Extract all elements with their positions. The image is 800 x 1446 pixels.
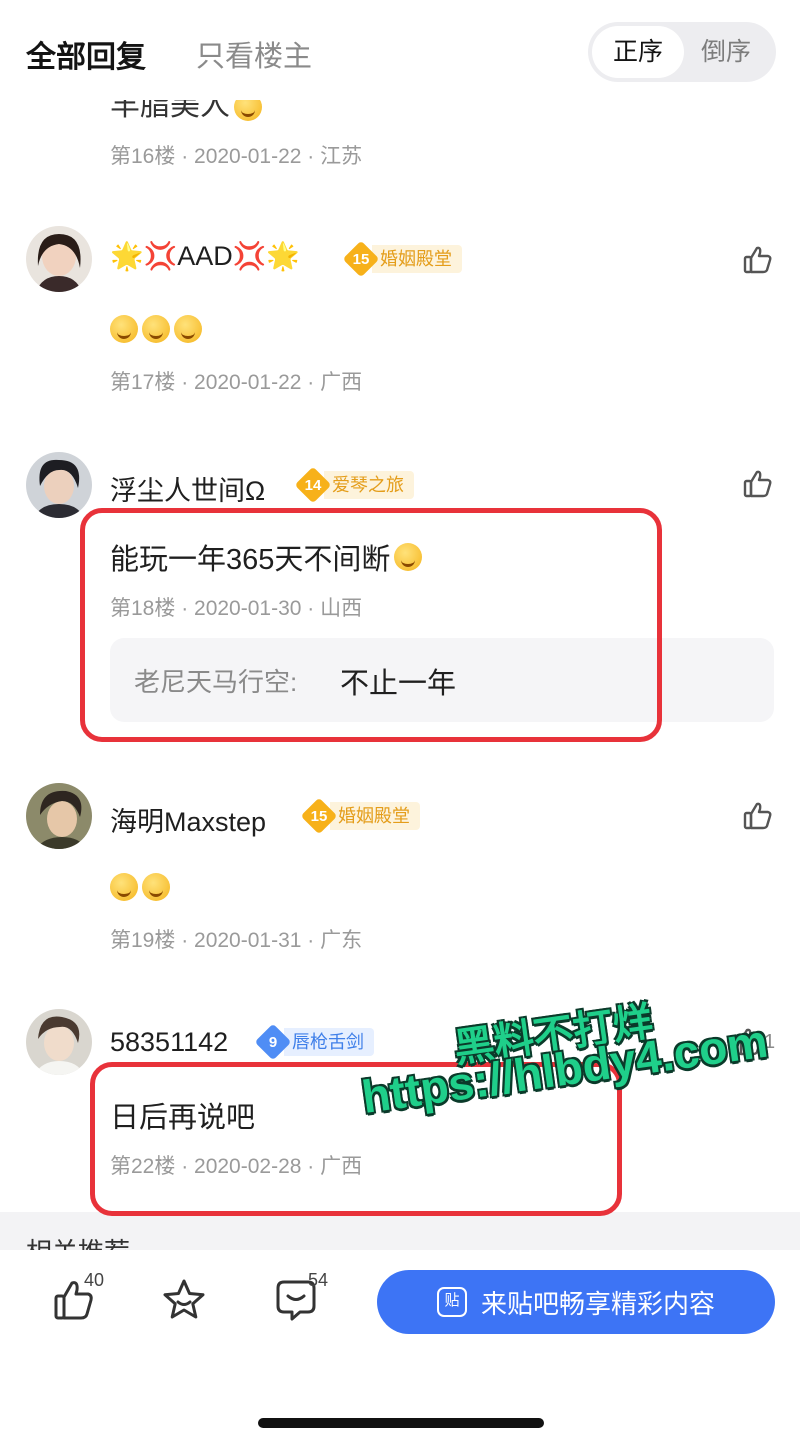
sub-reply-text: 不止一年 [340,668,457,700]
post-content: 能玩一年365天不间断 [110,536,423,578]
user-level-badge: 15 婚姻殿堂 [304,801,420,831]
level-diamond-icon: 15 [346,244,376,274]
post-meta: 第22楼 · 2020-02-28 · 广西 [110,1155,363,1178]
sort-order-toggle[interactable]: 正序 倒序 [588,22,776,82]
level-title: 婚姻殿堂 [372,245,462,273]
user-level-badge: 15 婚姻殿堂 [346,244,462,274]
yum-emoji-icon [394,543,423,571]
post-meta: 第17楼 · 2020-01-22 · 广西 [110,371,363,394]
username[interactable]: 海明Maxstep [110,800,266,839]
level-diamond-icon: 15 [304,801,334,831]
avatar[interactable] [26,783,92,849]
home-indicator[interactable] [258,1418,544,1428]
sub-reply[interactable]: 老尼天马行空: 不止一年 [110,638,774,722]
level-diamond-icon: 9 [258,1027,288,1057]
level-diamond-icon: 14 [298,470,328,500]
thumbs-up-icon[interactable] [740,466,776,502]
post-meta: 第16楼 · 2020-01-22 · 江苏 [110,145,363,168]
username[interactable]: 🌟💢AAD💢🌟 [110,240,300,272]
thumbs-up-icon[interactable] [740,798,776,834]
username[interactable]: 58351142 [110,1027,228,1058]
reply-header: 全部回复 只看楼主 正序 倒序 [0,0,800,100]
grin-emoji-icon [174,315,202,343]
level-title: 唇枪舌剑 [284,1028,374,1056]
avatar[interactable] [26,1009,92,1075]
sort-descending-button[interactable]: 倒序 [680,26,772,78]
post-content [110,315,202,343]
user-level-badge: 14 爱琴之旅 [298,470,414,500]
like-count: 40 [84,1270,105,1290]
level-title: 爱琴之旅 [324,471,414,499]
cta-label: 来贴吧畅享精彩内容 [480,1288,715,1319]
sort-ascending-button[interactable]: 正序 [592,26,684,78]
tieba-logo-icon: 贴 [436,1287,467,1317]
tab-op-only[interactable]: 只看楼主 [196,33,312,75]
comment-count: 54 [308,1270,329,1290]
username[interactable]: 浮尘人世间Ω [110,469,265,508]
grin-emoji-icon [142,315,170,343]
post-meta: 第19楼 · 2020-01-31 · 广东 [110,929,363,952]
post-content: 日后再说吧 [110,1102,256,1134]
avatar[interactable] [26,452,92,518]
smile-emoji-icon [142,873,170,901]
level-title: 婚姻殿堂 [330,802,420,830]
grin-emoji-icon [110,315,138,343]
post-content [110,873,170,901]
smile-emoji-icon [110,873,138,901]
tab-all-replies[interactable]: 全部回复 [26,32,146,76]
thumbs-up-icon[interactable] [740,242,776,278]
post-meta: 第18楼 · 2020-01-30 · 山西 [110,597,363,620]
avatar[interactable] [26,226,92,292]
sub-reply-author[interactable]: 老尼天马行空: [134,662,297,699]
star-icon[interactable] [160,1276,208,1324]
user-level-badge: 9 唇枪舌剑 [258,1027,374,1057]
open-tieba-app-button[interactable]: 贴 来贴吧畅享精彩内容 [377,1270,775,1334]
